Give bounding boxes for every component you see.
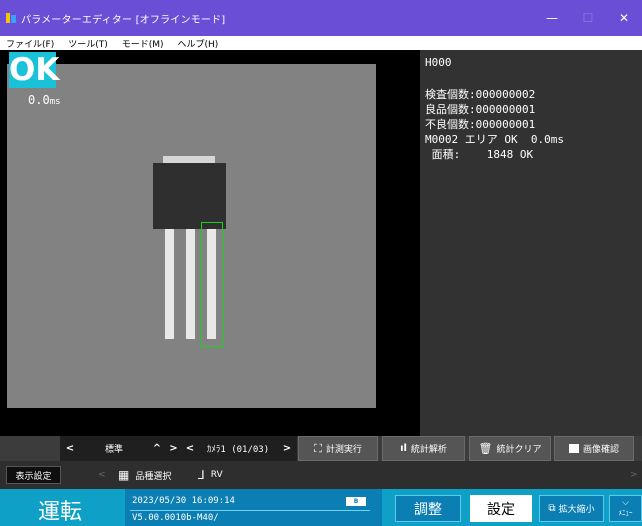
menu-help[interactable]: ヘルプ(H) [178,37,219,50]
menu-tools[interactable]: ツール(T) [68,37,108,50]
setting-next-button[interactable]: > [166,436,181,461]
status-version: V5.00.0010b-M40/ [132,513,219,523]
close-icon[interactable]: ✕ [606,0,642,36]
result-line: 不良個数:000000001 [425,118,536,131]
menu-mode[interactable]: モード(M) [122,37,164,50]
zoom-label: 拡大縮小 [558,505,595,515]
results-panel: H000 検査個数:000000002 良品個数:000000001 不良個数:… [420,50,642,436]
component-lead-2 [186,229,195,339]
app-logo-icon [6,13,16,23]
setting-name: 標準 [80,436,148,461]
menu-button[interactable]: ⌵ ﾒﾆｭｰ [609,495,642,522]
bar-chart-icon: ıl [400,443,407,454]
result-line: H000 [425,56,452,69]
stats-analysis-button[interactable]: ıl 統計解析 [382,436,465,461]
navigation-toolbar: < ▦ 品種選択 ⅃ RV > [0,461,642,489]
stats-analysis-label: 統計解析 [410,445,447,455]
processing-time-unit: ms [49,97,61,107]
adjust-button[interactable]: 調整 [395,495,461,522]
result-line: 面積: 1848 OK [425,148,534,161]
setting-up-button[interactable]: ^ [148,436,166,461]
status-datetime: 2023/05/30 16:09:14 [132,496,235,506]
status-badge: B [346,497,366,506]
product-select-button[interactable]: ▦ 品種選択 [118,461,171,489]
rv-button[interactable]: ⅃ RV [198,461,223,489]
image-check-button[interactable]: 画像確認 [554,436,634,461]
judgement-ok-badge: OK [9,52,60,88]
image-check-label: 画像確認 [582,445,619,455]
settings-button[interactable]: 設定 [470,495,532,522]
window-title: パラメーターエディター [オフラインモード] [21,14,226,26]
parameter-editor-window: パラメーターエディター [オフラインモード] — ☐ ✕ ファイル(F) ツール… [0,0,642,526]
axis-icon: ⅃ [198,468,205,482]
menu-bar: ファイル(F) ツール(T) モード(M) ヘルプ(H) [0,36,642,50]
display-settings-button[interactable]: 表示設定 [6,466,61,484]
operation-toolbar: < 標準 ^ > < ｶﾒﾗ1 (01/03) > ⛶ 計測実行 ıl 統計解析… [0,436,642,461]
stats-clear-button[interactable]: 🗑 統計クリア [469,436,551,461]
trash-icon: 🗑 [478,442,493,455]
image-icon [568,444,579,453]
camera-prev-button[interactable]: < [181,436,199,461]
processing-time: 0.0ms [28,93,61,107]
zoom-icon: ⧉ [548,503,556,514]
measure-icon: ⛶ [314,441,322,455]
camera-selector[interactable]: ｶﾒﾗ1 (01/03) [199,436,277,461]
nav-next-button[interactable]: > [630,461,640,489]
menu-chevron-icon: ⌵ [622,498,629,508]
component-body [153,163,226,229]
maximize-icon[interactable]: ☐ [570,0,606,36]
measure-label: 計測実行 [325,445,362,455]
status-divider [130,510,370,511]
camera-next-button[interactable]: > [277,436,297,461]
measure-button[interactable]: ⛶ 計測実行 [298,436,378,461]
window-controls: — ☐ ✕ [534,0,642,36]
minimize-icon[interactable]: — [534,0,570,36]
inspection-roi[interactable] [201,222,223,347]
stats-clear-label: 統計クリア [496,445,542,455]
processing-time-value: 0.0 [28,93,50,107]
menu-label: ﾒﾆｭｰ [618,509,633,517]
title-bar: パラメーターエディター [オフラインモード] — ☐ ✕ [0,0,642,36]
result-line: 良品個数:000000001 [425,103,536,116]
component-lead-1 [165,229,174,339]
run-mode-label: 運転 [38,500,83,525]
zoom-button[interactable]: ⧉ 拡大縮小 [539,495,604,522]
menu-file[interactable]: ファイル(F) [6,37,54,50]
setting-prev-button[interactable]: < [60,436,80,461]
result-line: M0002 エリア OK 0.0ms [425,133,564,146]
product-select-label: 品種選択 [135,471,172,482]
rv-label: RV [210,470,223,480]
result-line: 検査個数:000000002 [425,88,536,101]
nav-prev-button[interactable]: < [98,461,108,489]
grid-icon: ▦ [118,468,130,482]
